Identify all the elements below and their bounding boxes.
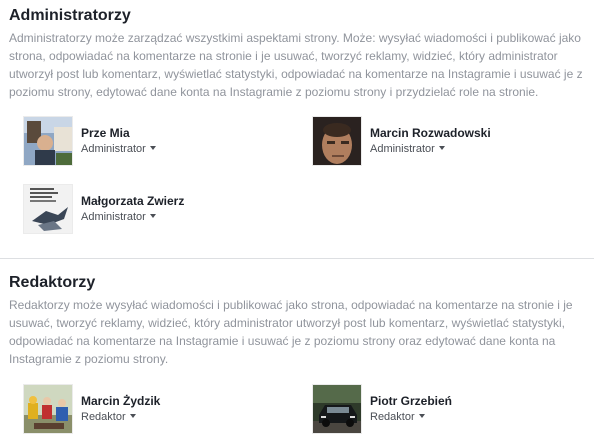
person-piotr-grzebien: Piotr Grzebień Redaktor (312, 384, 572, 434)
avatar[interactable] (23, 116, 73, 166)
editors-title: Redaktorzy (9, 274, 96, 291)
role-dropdown[interactable]: Administrator (370, 143, 445, 155)
chevron-down-icon (149, 214, 156, 219)
avatar[interactable] (312, 116, 362, 166)
role-dropdown[interactable]: Administrator (81, 143, 156, 155)
person-name[interactable]: Marcin Rozwadowski (370, 126, 491, 140)
role-label: Administrator (81, 211, 146, 223)
role-dropdown[interactable]: Administrator (81, 211, 156, 223)
section-divider (0, 258, 594, 259)
admins-description: Administratorzy może zarządzać wszystkim… (9, 31, 583, 99)
person-name[interactable]: Małgorzata Zwierz (81, 194, 184, 208)
role-dropdown[interactable]: Redaktor (370, 411, 425, 423)
person-malgorzata-zwierz: Małgorzata Zwierz Administrator (23, 184, 283, 234)
role-label: Redaktor (81, 411, 126, 423)
person-marcin-zydzik: Marcin Żydzik Redaktor (23, 384, 283, 434)
role-dropdown[interactable]: Redaktor (81, 411, 136, 423)
chevron-down-icon (418, 414, 425, 419)
admins-title: Administratorzy (9, 7, 131, 24)
chevron-down-icon (129, 414, 136, 419)
person-prze-mia: Prze Mia Administrator (23, 116, 283, 166)
chevron-down-icon (149, 146, 156, 151)
editors-description: Redaktorzy może wysyłać wiadomości i pub… (9, 298, 573, 366)
avatar[interactable] (23, 184, 73, 234)
role-label: Redaktor (370, 411, 415, 423)
person-name[interactable]: Prze Mia (81, 126, 130, 140)
role-label: Administrator (81, 143, 146, 155)
person-marcin-rozwadowski: Marcin Rozwadowski Administrator (312, 116, 572, 166)
avatar[interactable] (23, 384, 73, 434)
person-name[interactable]: Marcin Żydzik (81, 394, 160, 408)
chevron-down-icon (438, 146, 445, 151)
person-name[interactable]: Piotr Grzebień (370, 394, 452, 408)
role-label: Administrator (370, 143, 435, 155)
avatar[interactable] (312, 384, 362, 434)
